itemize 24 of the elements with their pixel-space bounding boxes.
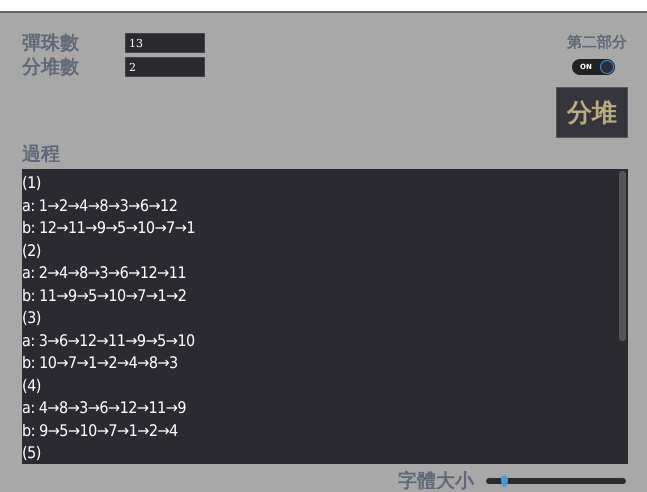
output-line: b: 9→5→10→7→1→2→4	[22, 420, 179, 442]
output-line: b: 11→9→5→10→7→1→2	[22, 284, 188, 306]
output-line: a: 1→2→4→8→3→6→12	[22, 194, 178, 216]
output-line: a: 2→4→8→3→6→12→11	[22, 262, 188, 284]
font-size-slider[interactable]	[486, 478, 626, 484]
output-line: a: 3→6→12→11→9→5→10	[22, 330, 196, 352]
output-line: b: 10→7→1→2→4→8→3	[22, 352, 179, 374]
output-line: (1)	[22, 172, 42, 194]
input-field[interactable]: 13	[125, 33, 205, 53]
slider-label: 字體大小	[398, 469, 474, 492]
output-line: a: 4→8→3→6→12→11→9	[22, 397, 188, 419]
field-label: 彈珠數	[22, 31, 80, 56]
input-field[interactable]: 2	[125, 57, 205, 77]
output-line: b: 12→11→9→5→10→7→1	[22, 217, 196, 239]
output-line: (3)	[22, 307, 42, 329]
field-label: 分堆數	[22, 55, 80, 80]
split-button[interactable]: 分堆	[556, 87, 628, 138]
scrollbar[interactable]	[619, 171, 626, 341]
toggle-label: 第二部分	[567, 33, 627, 52]
output-line: (5)	[22, 442, 42, 464]
slider-thumb[interactable]	[501, 475, 508, 487]
output-line: (2)	[22, 240, 42, 262]
output-line: (4)	[22, 374, 42, 396]
section-title: 過程	[22, 142, 61, 167]
